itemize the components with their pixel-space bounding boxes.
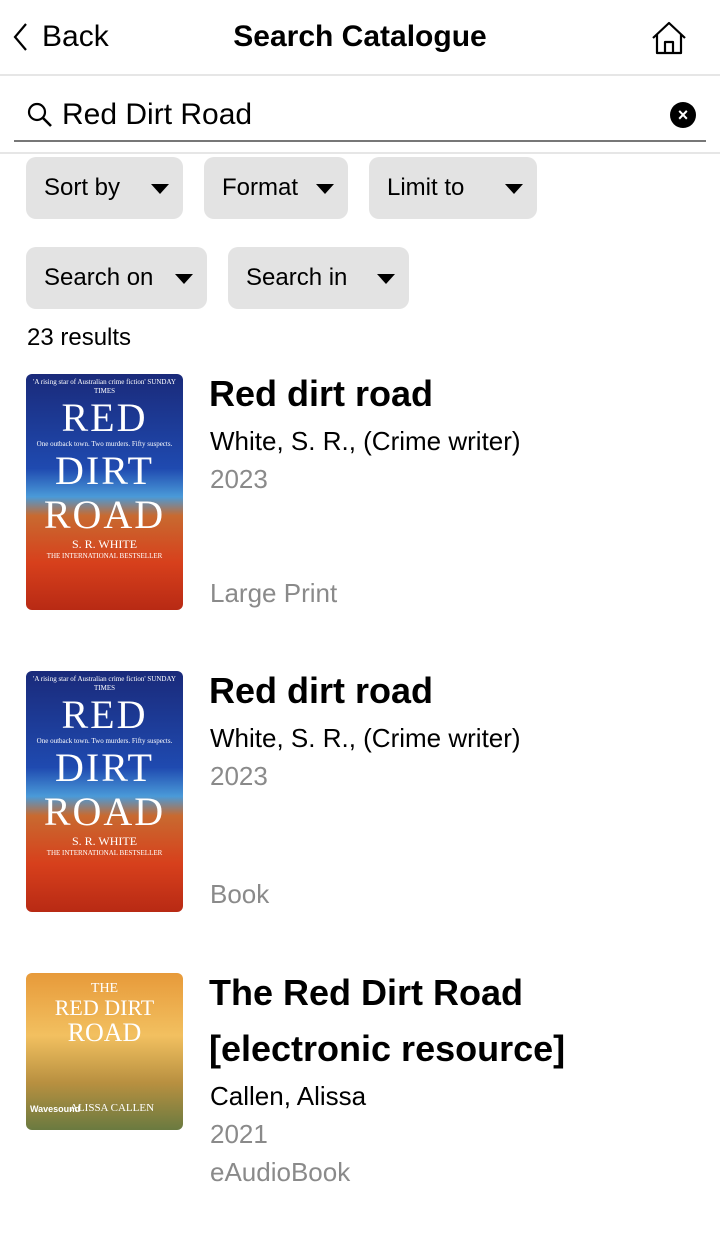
result-author: White, S. R., (Crime writer) bbox=[210, 723, 521, 753]
result-year: 2023 bbox=[210, 464, 268, 494]
dropdown-arrow-icon bbox=[175, 274, 193, 284]
result-author: Callen, Alissa bbox=[210, 1081, 367, 1111]
book-cover: 'A rising star of Australian crime ficti… bbox=[26, 671, 183, 912]
dropdown-arrow-icon bbox=[377, 274, 395, 284]
dropdown-arrow-icon bbox=[151, 184, 169, 194]
result-author: White, S. R., (Crime writer) bbox=[210, 426, 521, 456]
result-title: The Red Dirt Road [electronic resource] bbox=[209, 972, 566, 1069]
dropdown-arrow-icon bbox=[505, 184, 523, 194]
result-format: Large Print bbox=[210, 578, 338, 608]
result-format: eAudioBook bbox=[210, 1157, 351, 1187]
search-field[interactable]: × bbox=[14, 90, 706, 142]
dropdown-label: Format bbox=[222, 174, 299, 201]
result-year: 2023 bbox=[210, 761, 268, 791]
sort-by-dropdown[interactable]: Sort by bbox=[26, 157, 183, 219]
dropdown-arrow-icon bbox=[316, 184, 334, 194]
result-year: 2021 bbox=[210, 1119, 268, 1149]
result-format: Book bbox=[210, 879, 270, 909]
dropdown-label: Search in bbox=[246, 264, 348, 291]
search-icon bbox=[27, 102, 52, 127]
search-input[interactable] bbox=[62, 98, 670, 132]
clear-search-icon[interactable]: × bbox=[670, 102, 696, 128]
divider bbox=[0, 152, 720, 154]
result-title: Red dirt road bbox=[209, 670, 434, 711]
dropdown-label: Sort by bbox=[44, 174, 121, 201]
search-in-dropdown[interactable]: Search in bbox=[228, 247, 409, 309]
result-item[interactable]: 'A rising star of Australian crime ficti… bbox=[0, 670, 720, 913]
book-cover: 'A rising star of Australian crime ficti… bbox=[26, 374, 183, 610]
limit-to-dropdown[interactable]: Limit to bbox=[369, 157, 537, 219]
dropdown-label: Search on bbox=[44, 264, 154, 291]
navigation-bar: Back Search Catalogue bbox=[0, 0, 720, 76]
result-item[interactable]: THE RED DIRT ROAD Wavesound ALISSA CALLE… bbox=[0, 965, 720, 1195]
search-on-dropdown[interactable]: Search on bbox=[26, 247, 207, 309]
book-cover: THE RED DIRT ROAD Wavesound ALISSA CALLE… bbox=[26, 973, 183, 1130]
page-title: Search Catalogue bbox=[233, 20, 487, 53]
format-dropdown[interactable]: Format bbox=[204, 157, 348, 219]
results-count: 23 results bbox=[27, 324, 132, 351]
result-title: Red dirt road bbox=[209, 373, 434, 414]
home-icon[interactable] bbox=[650, 20, 688, 56]
result-item[interactable]: 'A rising star of Australian crime ficti… bbox=[0, 373, 720, 614]
dropdown-label: Limit to bbox=[387, 174, 465, 201]
